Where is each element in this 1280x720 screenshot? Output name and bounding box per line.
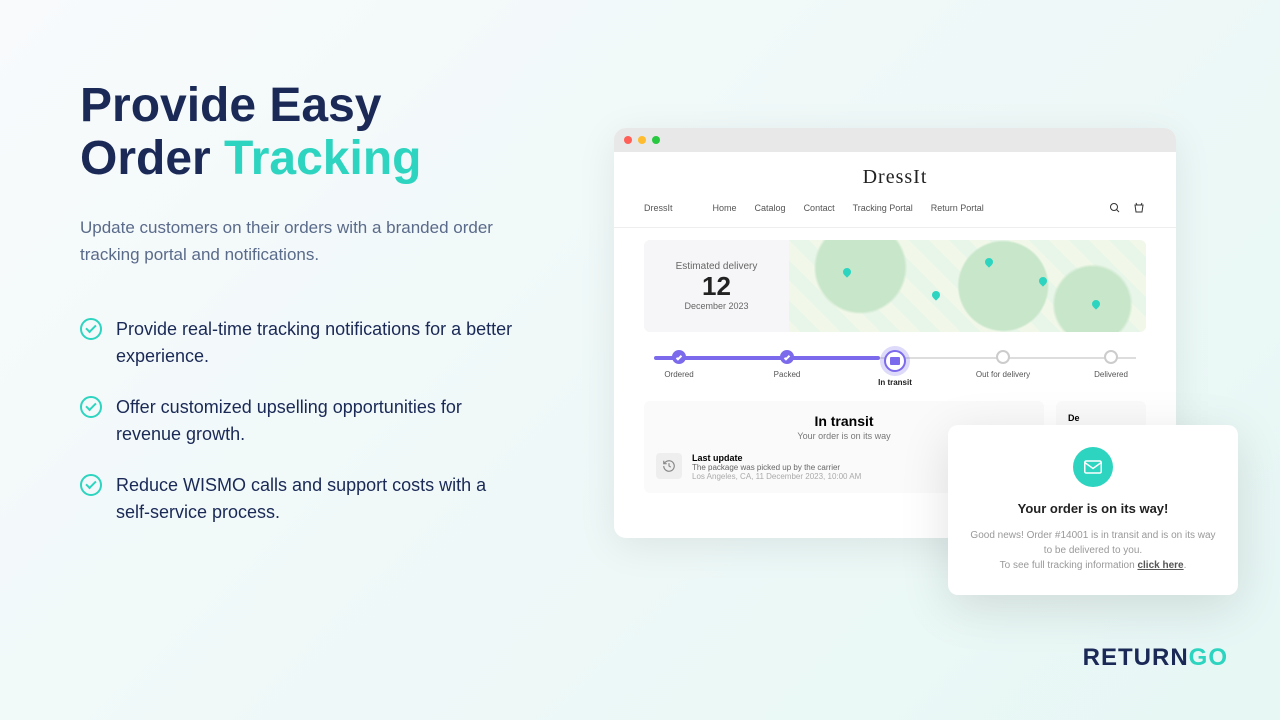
nav-home[interactable]: Home	[713, 203, 737, 213]
popup-body: Good news! Order #14001 is in transit an…	[966, 528, 1220, 573]
step-in-transit: In transit	[860, 350, 930, 387]
click-here-link[interactable]: click here	[1137, 560, 1183, 571]
update-title: Last update	[692, 453, 861, 463]
brand-logo: RETURNGO	[1083, 644, 1228, 672]
est-day: 12	[702, 272, 731, 301]
bullet-item: Reduce WISMO calls and support costs wit…	[80, 472, 520, 526]
search-icon[interactable]	[1108, 201, 1122, 215]
window-minimize-icon[interactable]	[638, 136, 646, 144]
nav-contact[interactable]: Contact	[804, 203, 835, 213]
mail-icon	[1073, 447, 1113, 487]
bullet-item: Provide real-time tracking notifications…	[80, 316, 520, 370]
browser-title-bar	[614, 128, 1176, 152]
update-desc: The package was picked up by the carrier	[692, 463, 861, 472]
window-maximize-icon[interactable]	[652, 136, 660, 144]
tracking-hero: Estimated delivery 12 December 2023	[644, 240, 1146, 332]
history-icon	[656, 453, 682, 479]
window-close-icon[interactable]	[624, 136, 632, 144]
check-icon	[80, 474, 102, 496]
step-packed: Packed	[752, 350, 822, 387]
bullet-item: Offer customized upselling opportunities…	[80, 394, 520, 448]
site-logo[interactable]: DressIt	[614, 152, 1176, 197]
page-headline: Provide Easy Order Tracking	[80, 80, 520, 186]
nav-catalog[interactable]: Catalog	[755, 203, 786, 213]
step-ordered: Ordered	[644, 350, 714, 387]
cart-icon[interactable]	[1132, 201, 1146, 215]
check-icon	[80, 318, 102, 340]
nav-tracking-portal[interactable]: Tracking Portal	[853, 203, 913, 213]
progress-tracker: Ordered Packed In transit Out for delive…	[644, 350, 1146, 387]
step-out-for-delivery: Out for delivery	[968, 350, 1038, 387]
popup-title: Your order is on its way!	[966, 501, 1220, 516]
estimated-delivery: Estimated delivery 12 December 2023	[644, 240, 789, 332]
notification-popup: Your order is on its way! Good news! Ord…	[948, 425, 1238, 595]
page-subtext: Update customers on their orders with a …	[80, 214, 520, 268]
nav-brand[interactable]: DressIt	[644, 203, 673, 213]
update-meta: Los Angeles, CA, 11 December 2023, 10:00…	[692, 472, 861, 481]
check-icon	[80, 396, 102, 418]
nav-return-portal[interactable]: Return Portal	[931, 203, 984, 213]
delivery-map[interactable]	[789, 240, 1146, 332]
truck-icon	[890, 357, 900, 365]
step-delivered: Delivered	[1076, 350, 1146, 387]
est-month: December 2023	[684, 301, 748, 311]
